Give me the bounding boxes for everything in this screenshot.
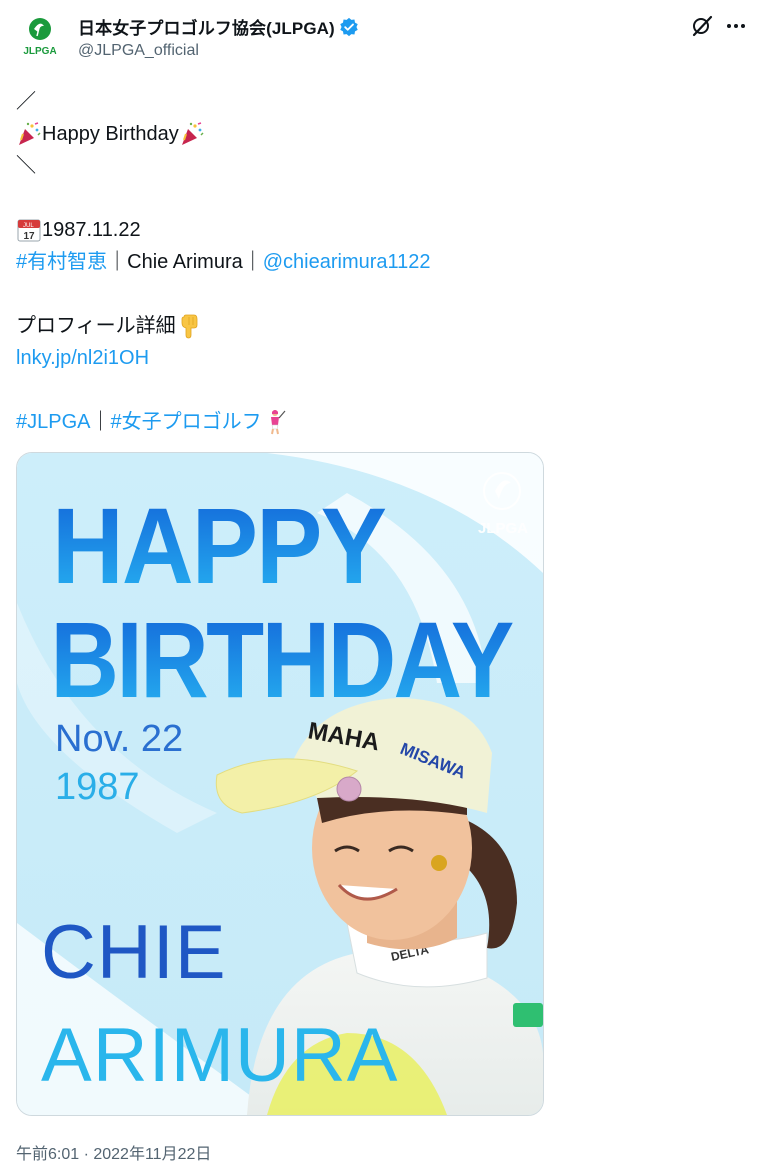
pointing-down-icon (181, 314, 198, 339)
user-handle[interactable]: @JLPGA_official (78, 42, 199, 60)
media-image[interactable]: JLPGA HAPPY BIRTHDAY Nov. 22 1987 DELTA (16, 452, 544, 1116)
name-row: 日本女子プロゴルフ協会(JLPGA) (78, 14, 359, 39)
text-line: Happy Birthday (16, 118, 736, 150)
hashtag-org-link[interactable]: #JLPGA (16, 406, 90, 438)
profile-label: プロフィール詳細 (16, 315, 176, 337)
tweet-header: JLPGA 日本女子プロゴルフ協会(JLPGA) @JLPGA_official (0, 0, 758, 80)
profile-link[interactable]: lnky.jp/nl2i1OH (16, 342, 149, 374)
text-line: JUL 17 1987.11.22 (16, 214, 736, 246)
first-name: CHIE (41, 910, 227, 995)
mention-link[interactable]: @chiearimura1122 (263, 246, 431, 278)
text-line: lnky.jp/nl2i1OH (16, 342, 736, 374)
last-name: ARIMURA (41, 1013, 398, 1098)
verified-badge-icon (340, 17, 358, 36)
birth-date: 1987.11.22 (42, 219, 141, 241)
slash-top: ／ (16, 91, 36, 113)
calendar-icon: JUL 17 (17, 219, 41, 242)
name-en: Chie Arimura (127, 251, 243, 273)
headline-happy: HAPPY (52, 485, 386, 606)
display-name[interactable]: 日本女子プロゴルフ協会(JLPGA) (78, 14, 335, 39)
text-line: プロフィール詳細 (16, 310, 736, 342)
hashtag-golf-link[interactable]: #女子プロゴルフ (110, 406, 261, 438)
separator: ｜ (242, 251, 263, 273)
media-logo-text: JLPGA (478, 520, 528, 537)
media-year: 1987 (55, 766, 140, 808)
avatar[interactable]: JLPGA (16, 12, 64, 60)
jlpga-logo-icon: JLPGA (16, 12, 64, 60)
separator: ｜ (107, 251, 128, 273)
birthday-text: Happy Birthday (42, 123, 179, 145)
tweet-text: ／ Happy Birthday ＼ JUL 17 1987.11.22 #有村… (16, 86, 736, 438)
media-date: Nov. 22 (55, 718, 183, 760)
tweet-timestamp[interactable]: 午前6:01 · 2022年11月22日 (16, 1140, 211, 1164)
party-popper-icon (19, 122, 41, 145)
birthday-graphic: JLPGA HAPPY BIRTHDAY Nov. 22 1987 DELTA (17, 453, 543, 1115)
avatar-text: JLPGA (23, 46, 56, 57)
more-options-icon[interactable] (724, 14, 748, 38)
hashtag-name-link[interactable]: #有村智恵 (16, 246, 107, 278)
text-line: ＼ (16, 150, 736, 182)
separator: ｜ (90, 411, 111, 433)
text-line: #有村智恵 ｜ Chie Arimura ｜ @chiearimura1122 (16, 246, 736, 278)
text-line: ／ (16, 86, 736, 118)
text-line: #JLPGA ｜ #女子プロゴルフ (16, 406, 736, 438)
slash-bottom: ＼ (16, 155, 36, 177)
woman-golfing-icon (270, 410, 286, 435)
headline-birthday: BIRTHDAY (50, 599, 513, 720)
calendar-day: 17 (23, 231, 35, 242)
calendar-month: JUL (23, 223, 34, 229)
party-popper-icon (181, 122, 204, 145)
grok-icon[interactable] (690, 14, 714, 38)
